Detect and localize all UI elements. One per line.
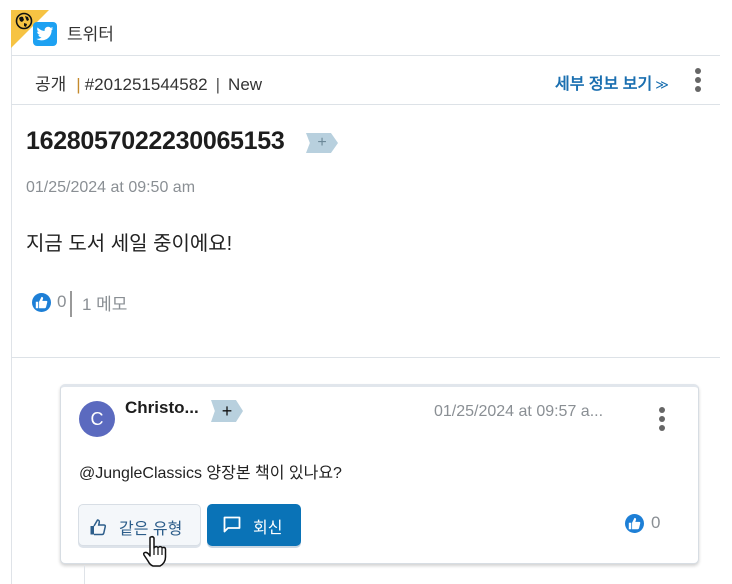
comment-date: 01/25/2024 at 09:57 a... bbox=[434, 403, 604, 420]
post-body: 지금 도서 세일 중이에요! bbox=[26, 233, 233, 255]
comment-reactions: 0 bbox=[625, 513, 660, 533]
like-count: 0 bbox=[57, 292, 67, 311]
comment-body: @JungleClassics 양장본 책이 있나요? bbox=[79, 465, 342, 482]
reply-button[interactable]: 회신 bbox=[207, 504, 301, 546]
like-button[interactable]: 같은 유형 bbox=[78, 504, 201, 546]
kebab-dot bbox=[659, 407, 665, 413]
post-title: 1628057022230065153 bbox=[26, 127, 285, 155]
divider bbox=[11, 104, 720, 105]
channel-header: 트위터 bbox=[0, 0, 732, 56]
channel-name: 트위터 bbox=[67, 25, 114, 44]
view-details-label: 세부 정보 보기 bbox=[555, 76, 653, 93]
like-icon[interactable] bbox=[32, 292, 51, 312]
avatar[interactable]: C bbox=[79, 401, 115, 437]
status-badge: New bbox=[228, 75, 263, 94]
left-rail bbox=[11, 30, 12, 584]
twitter-icon bbox=[33, 22, 57, 46]
comment-icon bbox=[223, 516, 241, 533]
post-date: 01/25/2024 at 09:50 am bbox=[26, 179, 196, 196]
separator bbox=[70, 291, 72, 317]
globe-icon bbox=[15, 12, 33, 30]
visibility-label: 공개 bbox=[35, 75, 67, 94]
post-reactions: 0 1 메모 bbox=[32, 290, 127, 317]
separator: | bbox=[215, 75, 221, 94]
memo-link[interactable]: 1 메모 bbox=[82, 290, 127, 315]
comment-author[interactable]: Christo... bbox=[125, 398, 199, 418]
thread-line bbox=[84, 565, 85, 584]
thumbs-up-icon bbox=[90, 519, 107, 536]
view-details-link[interactable]: 세부 정보 보기 ≫ bbox=[555, 70, 669, 94]
add-tag-button[interactable]: + bbox=[306, 133, 338, 153]
add-tag-button[interactable]: + bbox=[211, 400, 243, 422]
kebab-dot bbox=[695, 77, 701, 83]
comment-more-options-button[interactable] bbox=[659, 407, 665, 431]
reply-button-label: 회신 bbox=[253, 520, 283, 537]
kebab-dot bbox=[695, 86, 701, 92]
chevrons-down-icon: ≫ bbox=[655, 77, 669, 92]
kebab-dot bbox=[659, 416, 665, 422]
ticket-id: #201251544582 bbox=[84, 75, 208, 94]
ticket-meta: 공개 | #201251544582 | New bbox=[35, 70, 262, 95]
like-icon[interactable] bbox=[625, 513, 644, 533]
kebab-dot bbox=[695, 68, 701, 74]
kebab-dot bbox=[659, 425, 665, 431]
divider bbox=[11, 357, 720, 358]
separator: | bbox=[76, 75, 81, 94]
more-options-button[interactable] bbox=[695, 68, 701, 92]
meta-bar: 공개 | #201251544582 | New 세부 정보 보기 ≫ bbox=[11, 56, 720, 104]
hand-cursor-icon bbox=[142, 535, 167, 567]
like-count: 0 bbox=[651, 513, 661, 532]
